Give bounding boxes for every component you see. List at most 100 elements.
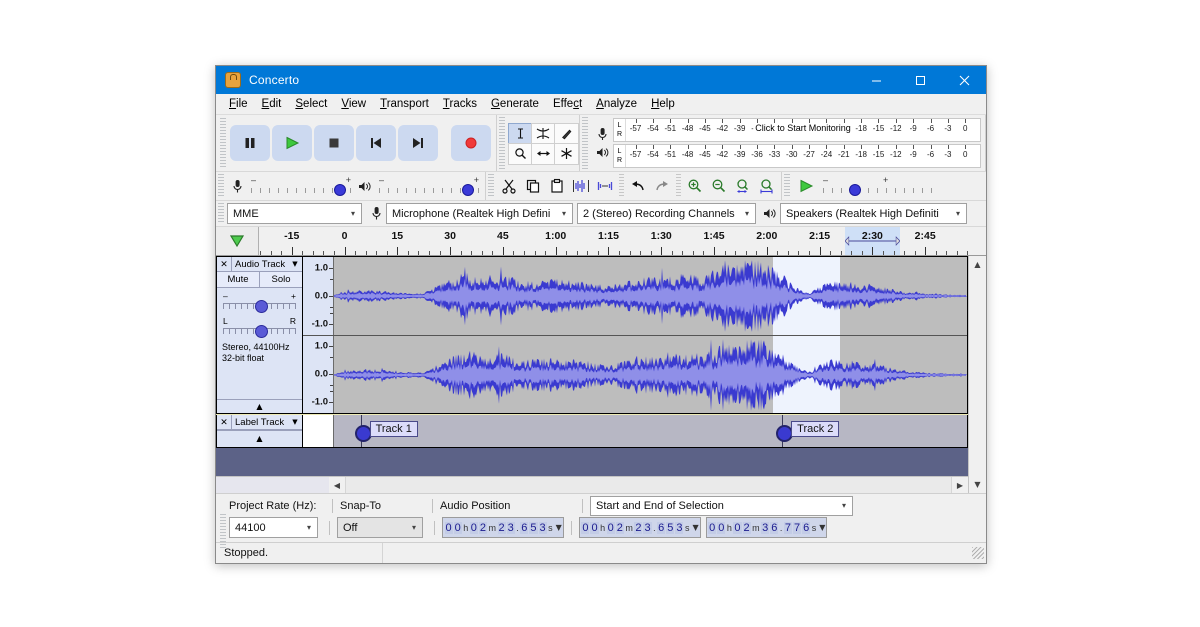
time-digit[interactable]: 3 (643, 522, 651, 534)
start-monitoring-label[interactable]: Click to Start Monitoring (753, 123, 853, 133)
time-digit[interactable]: 6 (770, 522, 778, 534)
transport-grip[interactable] (220, 118, 226, 168)
menu-item-help[interactable]: Help (644, 96, 682, 112)
waveform-channel-right[interactable] (334, 336, 967, 414)
undo-button[interactable] (626, 174, 650, 198)
recording-channels-select[interactable]: 2 (Stereo) Recording Channels ▾ (577, 203, 756, 224)
menu-item-generate[interactable]: Generate (484, 96, 546, 112)
time-digit[interactable]: 0 (607, 522, 615, 534)
time-digit[interactable]: 3 (675, 522, 683, 534)
time-digit[interactable]: 2 (479, 522, 487, 534)
resize-grip[interactable] (972, 547, 984, 559)
scroll-up-button[interactable]: ▲ (969, 256, 986, 273)
project-rate-select[interactable]: 44100 ▾ (229, 517, 318, 538)
mixer-grip[interactable] (218, 174, 224, 198)
horizontal-scroll-track[interactable] (345, 477, 952, 493)
waveform-channel-left[interactable] (334, 257, 967, 335)
time-unit[interactable]: h (462, 523, 469, 533)
selection-end-field[interactable]: 00h02m36.776s▼ (706, 517, 828, 538)
time-digit[interactable]: 6 (802, 522, 810, 534)
record-button[interactable] (451, 125, 491, 161)
input-volume-slider[interactable]: – + (251, 175, 351, 197)
time-unit[interactable]: h (726, 523, 733, 533)
solo-button[interactable]: Solo (260, 272, 302, 287)
audio-position-field[interactable]: 00h02m23.653s▼ (442, 517, 564, 538)
chevron-down-icon[interactable]: ▼ (817, 523, 825, 532)
selection-mode-select[interactable]: Start and End of Selection ▾ (590, 496, 853, 516)
scroll-right-button[interactable]: ▶ (952, 477, 968, 493)
time-digit[interactable]: 6 (657, 522, 665, 534)
output-volume-slider[interactable]: – + (379, 175, 479, 197)
envelope-tool[interactable] (531, 123, 556, 145)
audio-track-control-panel[interactable]: ✕ Audio Track ▼ Mute Solo – + (217, 257, 303, 413)
mute-button[interactable]: Mute (217, 272, 260, 287)
scroll-left-button[interactable]: ◀ (329, 477, 345, 493)
playback-device-select[interactable]: Speakers (Realtek High Definiti ▾ (780, 203, 967, 224)
menu-item-transport[interactable]: Transport (373, 96, 436, 112)
menu-item-view[interactable]: View (334, 96, 373, 112)
zoom-tool[interactable] (508, 143, 533, 165)
paste-button[interactable] (545, 174, 569, 198)
chevron-down-icon[interactable]: ▼ (288, 260, 302, 268)
menu-item-effect[interactable]: Effect (546, 96, 589, 112)
time-unit[interactable]: m (624, 523, 634, 533)
collapse-track-button[interactable]: ▲ (217, 399, 302, 413)
time-unit[interactable]: h (599, 523, 606, 533)
time-digit[interactable]: 2 (634, 522, 642, 534)
vertical-scroll-track[interactable] (969, 273, 986, 476)
timeline-ruler[interactable]: -1501530451:001:151:301:452:002:152:302:… (259, 227, 969, 255)
time-digit[interactable]: 0 (470, 522, 478, 534)
time-digit[interactable]: 0 (581, 522, 589, 534)
pinned-play-head-button[interactable] (216, 227, 259, 255)
time-digit[interactable]: 2 (498, 522, 506, 534)
label-track-control-panel[interactable]: ✕ Label Track ▼ ▲ (217, 415, 303, 447)
close-icon[interactable]: ✕ (217, 415, 232, 429)
time-digit[interactable]: 5 (529, 522, 537, 534)
time-digit[interactable]: 5 (666, 522, 674, 534)
edit-grip[interactable] (488, 174, 494, 198)
playback-speed-slider[interactable]: – + (823, 175, 933, 197)
silence-audio-button[interactable] (593, 174, 617, 198)
maximize-button[interactable] (898, 66, 942, 94)
copy-button[interactable] (521, 174, 545, 198)
multi-tool[interactable] (554, 143, 579, 165)
time-digit[interactable]: 2 (743, 522, 751, 534)
selection-tool[interactable] (508, 123, 533, 145)
play-meter[interactable]: LR -57-54-51-48-45-42-39-36-33-30-27-24-… (613, 144, 981, 168)
label-text[interactable]: Track 2 (791, 421, 839, 437)
menu-item-edit[interactable]: Edit (255, 96, 289, 112)
audio-track-name[interactable]: Audio Track (232, 259, 288, 270)
fit-selection-button[interactable] (731, 174, 755, 198)
time-digit[interactable]: 0 (708, 522, 716, 534)
output-slider-thumb[interactable] (462, 184, 474, 196)
horizontal-scrollbar[interactable]: ◀ ▶ (329, 477, 968, 493)
fit-project-button[interactable] (755, 174, 779, 198)
speed-slider-thumb[interactable] (849, 184, 861, 196)
time-digit[interactable]: 0 (590, 522, 598, 534)
draw-tool[interactable] (554, 123, 579, 145)
timeshift-tool[interactable] (531, 143, 556, 165)
pause-button[interactable] (230, 125, 270, 161)
time-digit[interactable]: 7 (793, 522, 801, 534)
label-text[interactable]: Track 1 (370, 421, 418, 437)
time-digit[interactable]: 2 (616, 522, 624, 534)
meter-grip[interactable] (582, 117, 588, 169)
chevron-down-icon[interactable]: ▼ (690, 523, 698, 532)
snap-to-select[interactable]: Off ▾ (337, 517, 423, 538)
pan-slider-thumb[interactable] (255, 325, 268, 338)
scroll-down-button[interactable]: ▼ (969, 476, 986, 493)
audio-host-select[interactable]: MME ▾ (227, 203, 362, 224)
vertical-scrollbar[interactable]: ▲ ▼ (968, 256, 986, 493)
play-at-speed-button[interactable] (793, 174, 819, 198)
trim-audio-button[interactable] (569, 174, 593, 198)
input-slider-thumb[interactable] (334, 184, 346, 196)
label-track-name[interactable]: Label Track (232, 417, 288, 428)
selection-grip[interactable] (220, 514, 226, 548)
time-unit[interactable]: m (751, 523, 761, 533)
time-separator[interactable]: . (652, 523, 657, 533)
audio-track[interactable]: ✕ Audio Track ▼ Mute Solo – + (216, 256, 968, 414)
time-digit[interactable]: 7 (784, 522, 792, 534)
time-digit[interactable]: 6 (520, 522, 528, 534)
pan-slider[interactable]: L R (223, 316, 296, 338)
label-track-body[interactable]: Track 1 Track 2 (334, 415, 967, 447)
